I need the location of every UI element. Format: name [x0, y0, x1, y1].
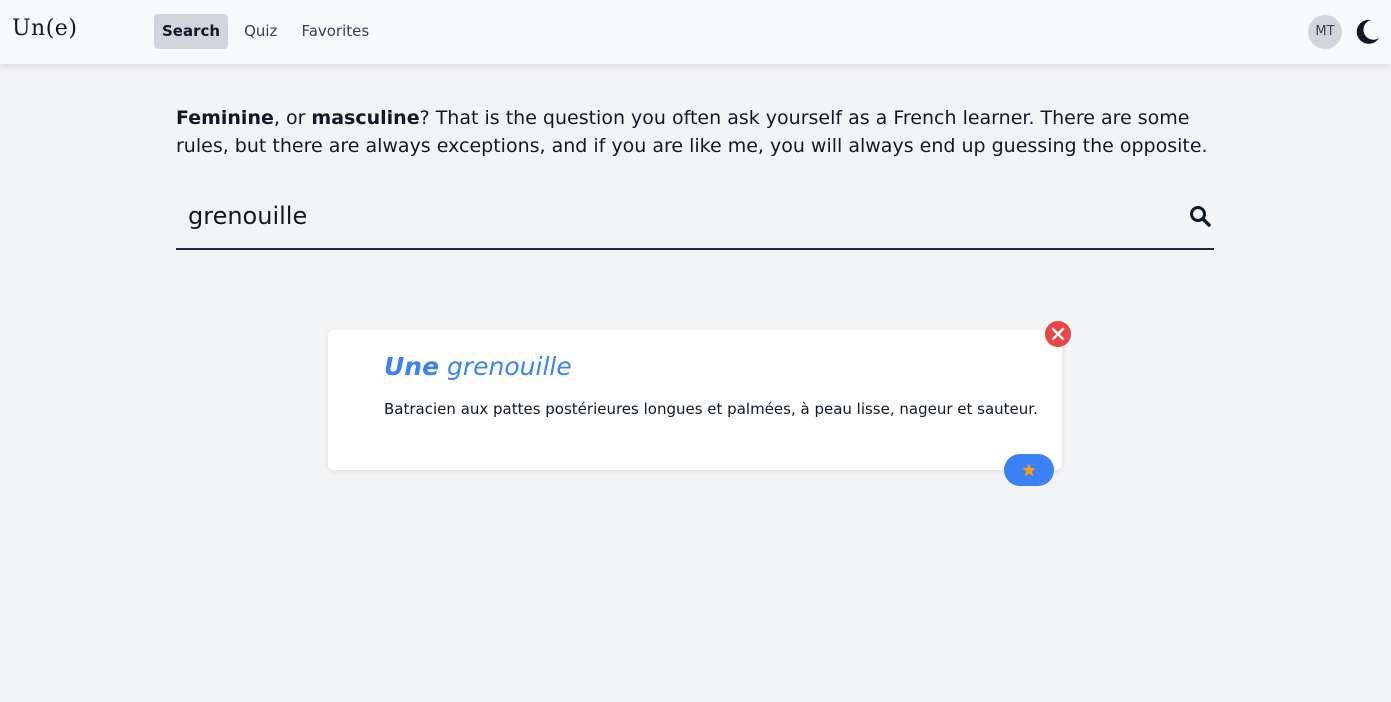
result-definition: Batracien aux pattes postérieures longue…	[384, 400, 1038, 418]
search-button[interactable]	[1188, 204, 1212, 228]
main-nav: Search Quiz Favorites	[154, 14, 377, 49]
result-card: Une grenouille Batracien aux pattes post…	[328, 330, 1062, 470]
result-word: grenouille	[447, 352, 572, 381]
close-result-button[interactable]	[1045, 321, 1071, 347]
intro-text: Feminine, or masculine? That is the ques…	[176, 104, 1216, 160]
nav-favorites[interactable]: Favorites	[293, 14, 377, 49]
intro-text-1: , or	[273, 107, 312, 129]
moon-icon	[1356, 19, 1379, 44]
close-icon	[1051, 327, 1065, 341]
search-input[interactable]	[176, 186, 1166, 246]
result-article: Une	[384, 352, 440, 381]
intro-feminine: Feminine	[176, 107, 274, 129]
user-avatar[interactable]: MT	[1308, 15, 1342, 49]
search-bar	[176, 186, 1214, 250]
star-icon	[1022, 463, 1036, 477]
nav-search[interactable]: Search	[154, 14, 229, 49]
nav-quiz[interactable]: Quiz	[236, 14, 285, 49]
result-title: Une grenouille	[384, 352, 572, 381]
app-logo[interactable]: Un(e)	[12, 16, 77, 41]
search-icon	[1190, 206, 1211, 227]
theme-toggle-button[interactable]	[1352, 17, 1382, 47]
favorite-button[interactable]	[1004, 454, 1054, 486]
top-navbar: Un(e) Search Quiz Favorites MT	[0, 0, 1391, 64]
intro-masculine: masculine	[311, 107, 420, 129]
